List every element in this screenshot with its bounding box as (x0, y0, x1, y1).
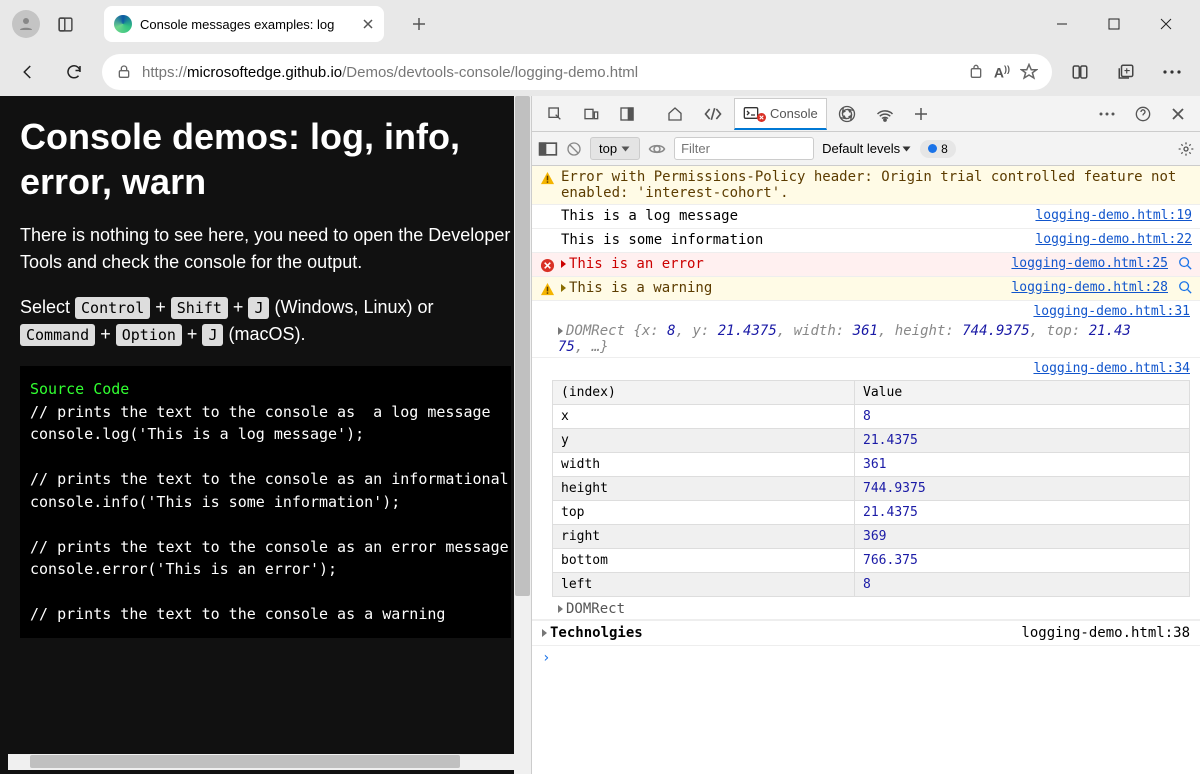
dock-side-icon[interactable] (610, 99, 644, 129)
shopping-icon[interactable] (968, 64, 984, 80)
browser-tab[interactable]: Console messages examples: log (104, 6, 384, 42)
source-code-block: Source Code // prints the text to the co… (20, 366, 511, 638)
table-row: width361 (553, 453, 1190, 477)
console-warning-row: Error with Permissions-Policy header: Or… (532, 166, 1200, 205)
device-toolbar-icon[interactable] (574, 99, 608, 129)
minimize-button[interactable] (1040, 8, 1084, 40)
table-row: left8 (553, 573, 1190, 597)
console-group-row[interactable]: Technolgies logging-demo.html:38 (532, 620, 1200, 646)
window-titlebar: Console messages examples: log (0, 0, 1200, 48)
rendered-page: Console demos: log, info, error, warn Th… (0, 96, 532, 774)
table-row: right369 (553, 525, 1190, 549)
console-toolbar: top Default levels 8 (532, 132, 1200, 166)
console-tab[interactable]: Console (734, 98, 827, 130)
devtools-more-icon[interactable] (1090, 105, 1124, 123)
console-warning-row: This is a warning logging-demo.html:28 (532, 277, 1200, 301)
devtools-panel: Console top Default levels 8 Error wi (532, 96, 1200, 774)
menu-button[interactable] (1154, 54, 1190, 90)
table-row: bottom766.375 (553, 549, 1190, 573)
log-levels-selector[interactable]: Default levels (822, 141, 912, 156)
source-link[interactable]: logging-demo.html:38 (1021, 625, 1190, 641)
lens-icon[interactable] (1178, 256, 1192, 270)
horizontal-scrollbar[interactable] (8, 754, 528, 770)
toggle-sidebar-icon[interactable] (538, 141, 558, 157)
warning-icon (540, 282, 555, 297)
url-text: https://microsoftedge.github.io/Demos/de… (142, 64, 958, 81)
tab-title: Console messages examples: log (140, 17, 334, 32)
maximize-button[interactable] (1092, 8, 1136, 40)
table-row: top21.4375 (553, 501, 1190, 525)
table-object-footer[interactable]: DOMRect (532, 599, 1200, 620)
source-link-row: logging-demo.html:31 (532, 301, 1200, 321)
source-link[interactable]: logging-demo.html:22 (1035, 232, 1192, 247)
welcome-tab-icon[interactable] (658, 99, 692, 129)
vertical-scrollbar[interactable] (514, 96, 531, 774)
table-header[interactable]: (index) (553, 381, 855, 405)
elements-tab-icon[interactable] (694, 99, 732, 129)
console-error-row: This is an error logging-demo.html:25 (532, 253, 1200, 277)
console-log-row: This is a log message logging-demo.html:… (532, 205, 1200, 229)
console-settings-icon[interactable] (1178, 141, 1194, 157)
close-window-button[interactable] (1144, 8, 1188, 40)
console-object-row[interactable]: DOMRect {x: 8, y: 21.4375, width: 361, h… (532, 321, 1200, 358)
close-tab-icon[interactable] (362, 18, 374, 30)
console-info-row: This is some information logging-demo.ht… (532, 229, 1200, 253)
source-link[interactable]: logging-demo.html:28 (1011, 280, 1168, 295)
window-controls (1040, 8, 1196, 40)
content-area: Console demos: log, info, error, warn Th… (0, 96, 1200, 774)
workspaces-button[interactable] (48, 7, 82, 41)
site-info-icon[interactable] (116, 64, 132, 80)
favorite-icon[interactable] (1020, 63, 1038, 81)
inspect-element-icon[interactable] (538, 99, 572, 129)
read-aloud-icon[interactable]: A)) (994, 64, 1010, 81)
console-output[interactable]: Error with Permissions-Policy header: Or… (532, 166, 1200, 774)
clear-console-icon[interactable] (566, 141, 582, 157)
table-row: y21.4375 (553, 429, 1190, 453)
source-link[interactable]: logging-demo.html:34 (1033, 361, 1190, 376)
table-row: height744.9375 (553, 477, 1190, 501)
context-selector[interactable]: top (590, 137, 640, 160)
source-link[interactable]: logging-demo.html:31 (1033, 304, 1190, 319)
browser-toolbar: https://microsoftedge.github.io/Demos/de… (0, 48, 1200, 96)
devtools-tab-strip: Console (532, 96, 1200, 132)
split-screen-button[interactable] (1062, 54, 1098, 90)
profile-button[interactable] (12, 10, 40, 38)
source-link[interactable]: logging-demo.html:25 (1011, 256, 1168, 271)
table-header[interactable]: Value (855, 381, 1190, 405)
source-link[interactable]: logging-demo.html:19 (1035, 208, 1192, 223)
source-link-row: logging-demo.html:34 (532, 358, 1200, 378)
lens-icon[interactable] (1178, 280, 1192, 294)
favicon-icon (114, 15, 132, 33)
warning-icon (540, 171, 555, 186)
network-tab-icon[interactable] (867, 99, 903, 129)
filter-input[interactable] (674, 137, 814, 160)
table-row: x8 (553, 405, 1190, 429)
keyboard-instructions: Select Control + Shift + J (Windows, Lin… (20, 294, 511, 348)
page-intro: There is nothing to see here, you need t… (20, 222, 511, 276)
devtools-help-icon[interactable] (1126, 99, 1160, 129)
issues-badge[interactable]: 8 (920, 140, 956, 158)
live-expression-icon[interactable] (648, 142, 666, 156)
address-bar[interactable]: https://microsoftedge.github.io/Demos/de… (102, 54, 1052, 90)
console-table: (index)Value x8y21.4375width361height744… (552, 380, 1190, 597)
sources-tab-icon[interactable] (829, 98, 865, 130)
devtools-close-icon[interactable] (1162, 100, 1194, 128)
console-prompt[interactable]: › (532, 646, 1200, 670)
new-tab-button[interactable] (402, 7, 436, 41)
error-icon (540, 258, 555, 273)
collections-button[interactable] (1108, 54, 1144, 90)
back-button[interactable] (10, 54, 46, 90)
page-heading: Console demos: log, info, error, warn (20, 114, 511, 204)
refresh-button[interactable] (56, 54, 92, 90)
more-tabs-icon[interactable] (905, 100, 937, 128)
